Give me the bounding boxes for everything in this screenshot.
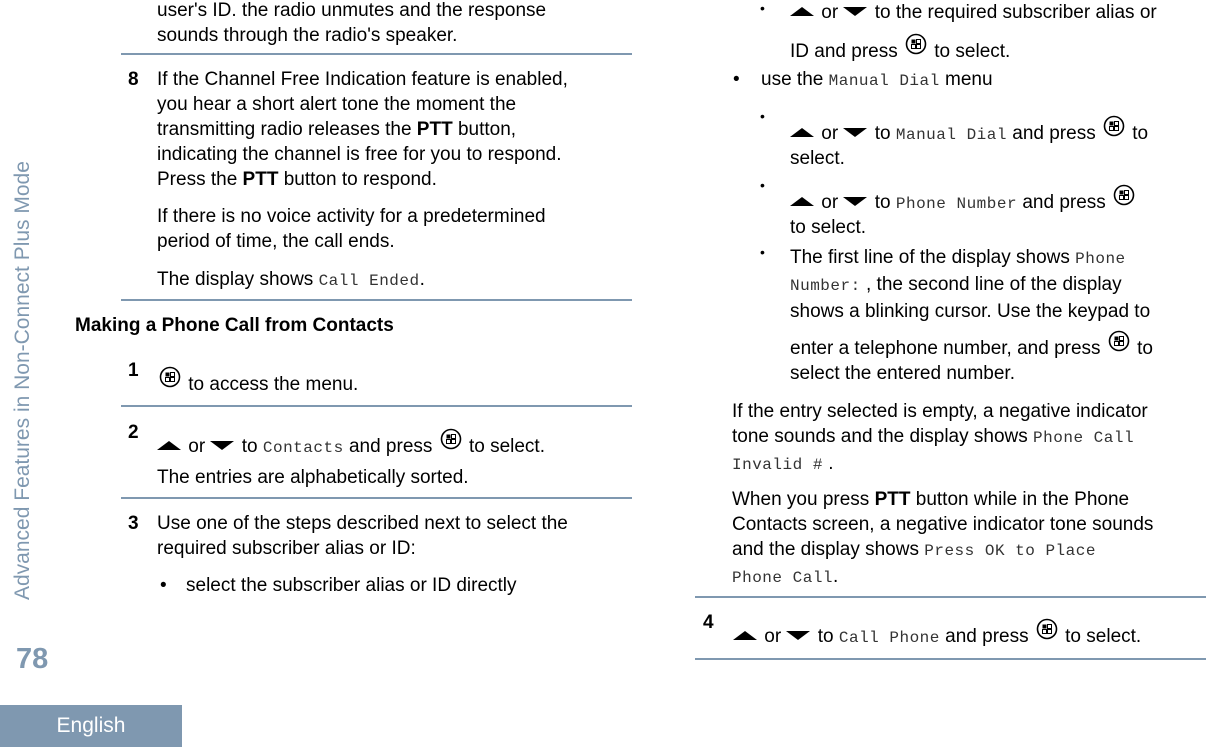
bullet-icon: • [760,108,765,124]
menu-ok-key-icon [159,366,181,388]
display-text: Invalid # [732,456,823,474]
down-arrow-icon [843,196,868,206]
display-text: Manual Dial [828,72,940,90]
bullet-icon: • [760,244,765,260]
display-text: Call Ended [318,272,420,290]
menu-ok-key-icon [1036,618,1058,640]
down-arrow-icon [843,127,868,137]
sort-note: The entries are alphabetically sorted. [157,467,469,488]
divider [121,497,632,499]
empty-entry-paragraph: If the entry selected is empty, a negati… [732,401,1148,474]
sub-step-scroll-alias: or to the required subscriber alias or [790,0,1157,25]
display-text: Phone Call [732,569,834,587]
step-number: 8 [128,69,139,90]
bullet-select-directly: select the subscriber alias or ID direct… [186,575,517,596]
chapter-title: Advanced Features in Non-Connect Plus Mo… [11,161,34,600]
menu-ok-key-icon [1113,184,1135,206]
step-4-text: or to Call Phone and press to select. [733,624,1141,651]
down-arrow-icon [786,630,811,640]
step-1-text: to access the menu. [157,372,358,397]
sub-step-manual-dial: or to Manual Dial and press to [790,121,1148,148]
display-text: Manual Dial [895,126,1007,144]
section-heading: Making a Phone Call from Contacts [75,315,394,336]
display-text: Press OK to Place [924,542,1096,560]
display-text: Phone Call [1033,429,1135,447]
bullet-icon: • [733,69,740,90]
display-text: Call Phone [838,629,940,647]
bullet-icon: • [760,177,765,193]
divider [121,405,632,407]
sub-step-phone-number: or to Phone Number and press [790,190,1137,217]
step-3-text: Use one of the steps described next to s… [157,513,568,559]
display-text: Phone Number [895,195,1018,213]
display-text: Number: [790,277,861,295]
display-text: Contacts [262,439,344,457]
step-number: 4 [703,612,714,633]
ptt-paragraph: When you press PTT button while in the P… [732,489,1154,587]
divider [695,658,1206,660]
up-arrow-icon [790,196,814,206]
menu-ok-key-icon [1108,330,1130,352]
down-arrow-icon [843,6,868,16]
up-arrow-icon [790,127,814,137]
ptt-label: PTT [416,119,453,140]
step-number: 3 [128,513,139,534]
intro-paragraph: user's ID. the radio unmutes and the res… [157,0,547,46]
language-tab: English [0,705,182,747]
divider [121,53,632,55]
ptt-label: PTT [874,489,911,510]
step-2-text: or to Contacts and press to select. [157,434,545,461]
display-text: Phone [1075,250,1126,268]
step-number: 2 [128,422,139,443]
divider [695,596,1206,598]
divider [121,299,632,301]
step-8-text: If the Channel Free Indication feature i… [157,69,568,190]
menu-ok-key-icon [440,428,462,450]
up-arrow-icon [157,440,181,450]
menu-ok-key-icon [1103,115,1125,137]
bullet-icon: • [160,575,167,596]
page-number: 78 [16,643,49,675]
step-number: 1 [128,360,139,381]
menu-ok-key-icon [905,33,927,55]
sub-step-display-info: The first line of the display shows Phon… [790,247,1151,322]
voice-activity-paragraph: If there is no voice activity for a pred… [157,206,546,252]
display-call-ended: The display shows Call Ended. [157,269,425,290]
bullet-manual-dial: use the Manual Dial menu [761,69,993,90]
ptt-label: PTT [242,169,279,190]
down-arrow-icon [210,440,235,450]
up-arrow-icon [790,6,814,16]
up-arrow-icon [733,630,757,640]
bullet-icon: • [760,0,765,16]
